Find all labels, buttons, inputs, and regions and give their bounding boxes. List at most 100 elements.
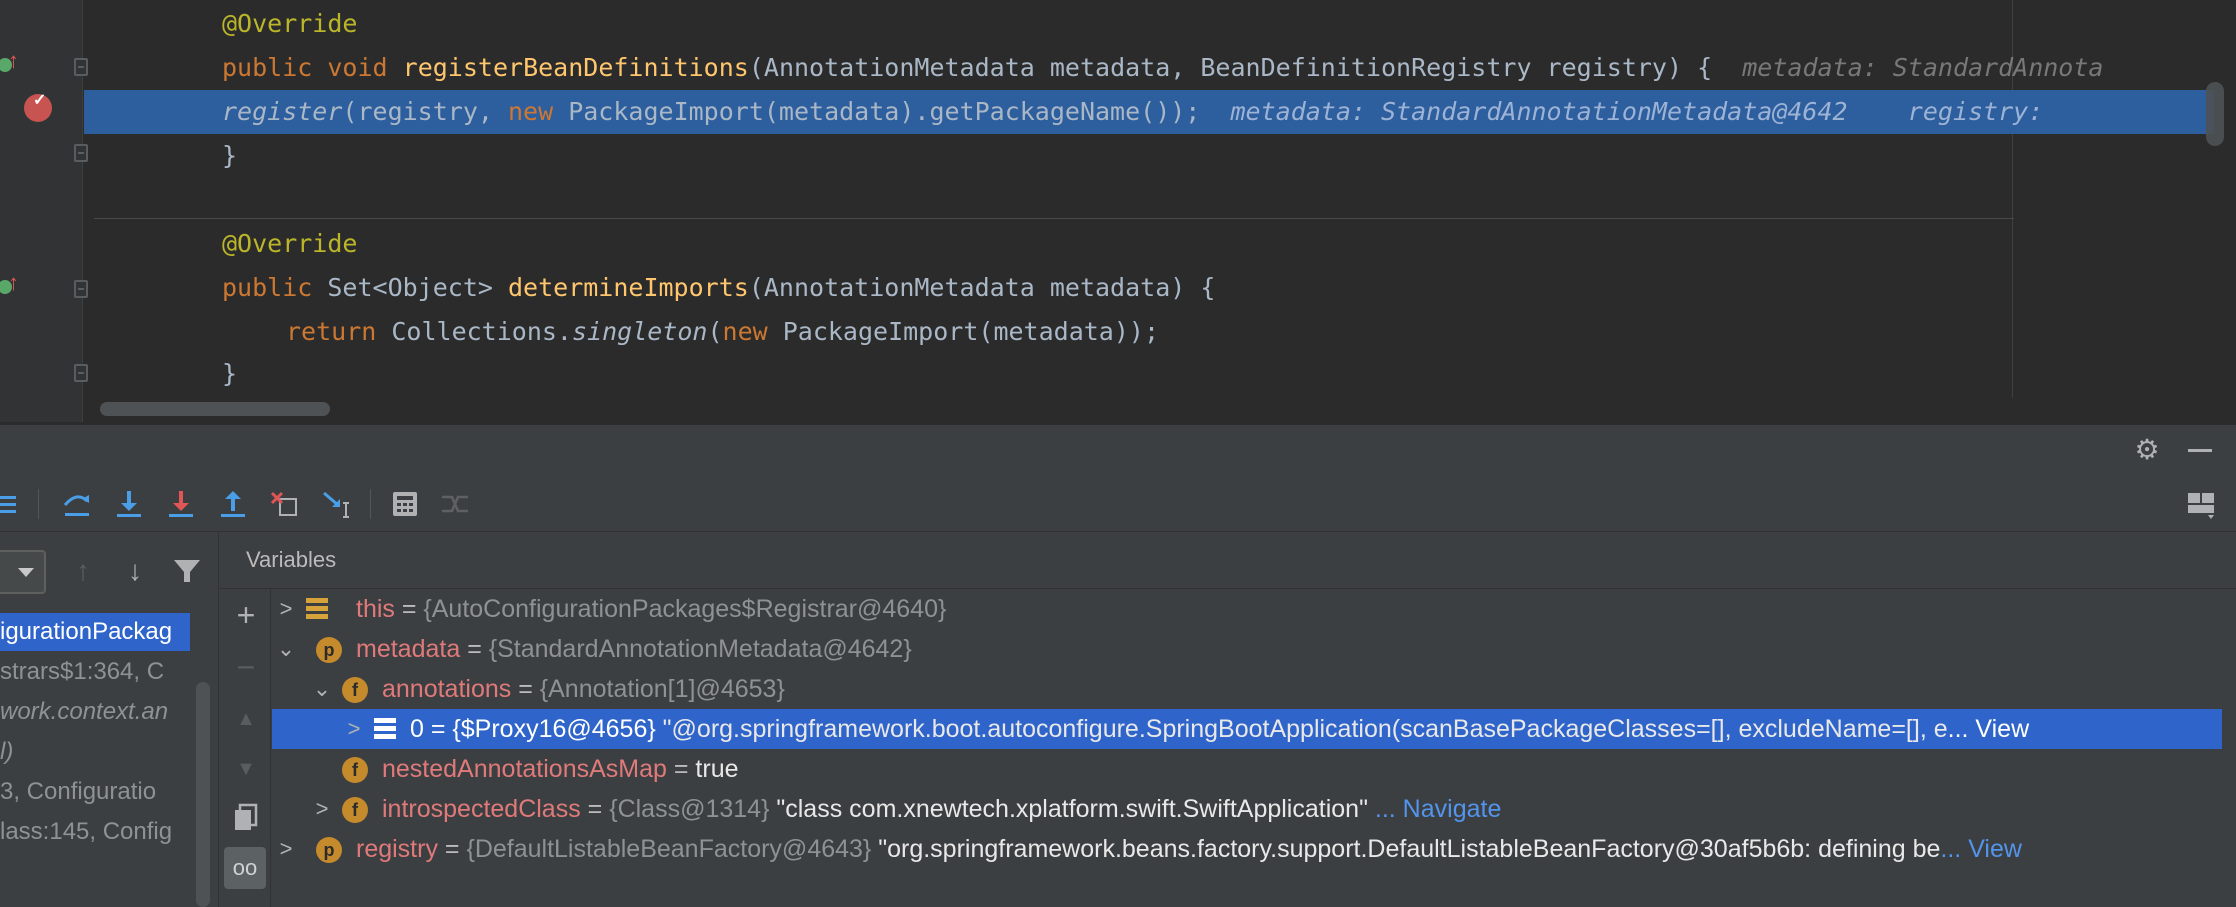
variable-type: {$Proxy16@4656} xyxy=(452,715,656,743)
code-line[interactable]: } xyxy=(0,352,2236,396)
equals-sign: = xyxy=(460,635,489,663)
variable-row[interactable]: ⌄ p metadata = {StandardAnnotationMetada… xyxy=(272,629,2236,669)
method-separator xyxy=(94,218,2014,219)
variable-value: "org.springframework.beans.factory.suppo… xyxy=(871,835,1941,863)
frame-item[interactable]: igurationPackag xyxy=(0,613,190,651)
variables-tree: > this = {AutoConfigurationPackages$Regi… xyxy=(272,589,2236,907)
debug-toolbar xyxy=(0,477,2236,532)
field-icon: f xyxy=(342,677,368,703)
expand-chevron-icon[interactable]: > xyxy=(276,829,296,869)
field-icon: f xyxy=(342,797,368,823)
code-editor[interactable]: ↑ ↑ @Override public void registerBeanDe… xyxy=(0,0,2236,422)
evaluate-expression-icon[interactable] xyxy=(388,487,422,521)
equals-sign: = xyxy=(511,675,540,703)
variable-type: {Class@1314} xyxy=(609,795,770,823)
variable-value: true xyxy=(695,755,739,783)
debug-tool-window: ⚙ ↑ ↓ igurationPackag strars$1:364, C wo… xyxy=(0,424,2236,907)
variables-tab-header: Variables xyxy=(220,532,2236,589)
call-args: PackageImport(metadata).getPackageName()… xyxy=(553,97,1201,126)
move-down-icon[interactable]: ▼ xyxy=(230,753,262,785)
variables-tab-label[interactable]: Variables xyxy=(246,532,336,588)
variable-type: {DefaultListableBeanFactory@4643} xyxy=(466,835,872,863)
move-up-icon[interactable]: ▲ xyxy=(230,703,262,735)
inline-value-hint: metadata: StandardAnnotationMetadata@464… xyxy=(1230,97,2044,126)
step-into-icon[interactable] xyxy=(112,487,146,521)
code-line[interactable]: } xyxy=(0,134,2236,178)
method-call: singleton xyxy=(571,317,708,346)
call-args: ( xyxy=(707,317,723,346)
frames-panel: ↑ ↓ igurationPackag strars$1:364, C work… xyxy=(0,532,219,907)
code-line[interactable]: @Override xyxy=(0,222,2236,266)
variable-type: {AutoConfigurationPackages$Registrar@464… xyxy=(423,595,947,623)
frame-item[interactable]: 3, Configuratio xyxy=(0,773,200,811)
frame-item[interactable]: l) xyxy=(0,733,200,771)
view-link[interactable]: ... View xyxy=(1940,835,2022,863)
object-icon xyxy=(374,718,396,742)
run-to-cursor-icon[interactable] xyxy=(320,487,354,521)
toolbar-separator xyxy=(38,489,39,519)
parameter-icon: p xyxy=(316,837,342,863)
arrow-down-icon[interactable]: ↓ xyxy=(118,554,152,588)
horizontal-scrollbar-thumb[interactable] xyxy=(100,402,330,416)
code-line[interactable]: public void registerBeanDefinitions(Anno… xyxy=(0,46,2236,90)
variable-value: "class com.xnewtech.xplatform.swift.Swif… xyxy=(769,795,1368,823)
frame-item[interactable]: strars$1:364, C xyxy=(0,653,200,691)
equals-sign: = xyxy=(394,595,424,623)
method-name: registerBeanDefinitions xyxy=(402,53,749,82)
return-type: Set<Object> xyxy=(312,273,508,302)
horizontal-scrollbar[interactable] xyxy=(84,398,2214,420)
frames-scrollbar[interactable] xyxy=(196,682,210,907)
remove-watch-icon[interactable]: − xyxy=(230,651,262,683)
show-watches-icon[interactable]: oo xyxy=(224,847,266,889)
execution-point-line[interactable]: register(registry, new PackageImport(met… xyxy=(84,90,2214,134)
variable-row[interactable]: > p registry = {DefaultListableBeanFacto… xyxy=(272,829,2236,869)
expand-chevron-icon[interactable]: > xyxy=(312,789,332,829)
variable-row[interactable]: > this = {AutoConfigurationPackages$Regi… xyxy=(272,589,2236,629)
code-line[interactable]: @Override xyxy=(0,2,2236,46)
code-line[interactable]: public Set<Object> determineImports(Anno… xyxy=(0,266,2236,310)
variable-row[interactable]: f nestedAnnotationsAsMap = true xyxy=(272,749,2236,789)
variable-name: this xyxy=(356,595,395,623)
code-line[interactable]: return Collections.singleton(new Package… xyxy=(0,310,2236,354)
step-over-icon[interactable] xyxy=(60,487,94,521)
minimize-icon[interactable] xyxy=(2188,449,2212,452)
object-icon xyxy=(306,598,328,622)
equals-sign: = xyxy=(580,795,610,823)
variable-name: metadata xyxy=(356,635,461,663)
keyword: public xyxy=(222,273,313,302)
frame-item[interactable]: lass:145, Config xyxy=(0,813,200,851)
keyword: new xyxy=(508,97,554,126)
step-out-icon[interactable] xyxy=(216,487,250,521)
vertical-scrollbar-thumb[interactable] xyxy=(2206,82,2224,146)
variables-side-toolbar: + − ▲ ▼ oo xyxy=(220,589,271,907)
gear-icon[interactable]: ⚙ xyxy=(2132,435,2162,465)
arrow-up-icon[interactable]: ↑ xyxy=(66,554,100,588)
copy-icon[interactable] xyxy=(230,801,262,833)
expand-chevron-icon[interactable]: > xyxy=(344,709,364,749)
view-link[interactable]: ... View xyxy=(1948,715,2030,743)
expand-chevron-icon[interactable]: > xyxy=(276,589,296,629)
variable-name: annotations xyxy=(382,675,512,703)
keyword: return xyxy=(286,317,377,346)
equals-sign: = xyxy=(423,715,453,743)
force-step-into-icon[interactable] xyxy=(164,487,198,521)
trace-stream-icon[interactable] xyxy=(438,487,472,521)
navigate-link[interactable]: ... Navigate xyxy=(1368,795,1501,823)
add-watch-icon[interactable]: + xyxy=(230,599,262,631)
variable-row[interactable]: > f introspectedClass = {Class@1314} "cl… xyxy=(272,789,2236,829)
frame-item[interactable]: work.context.an xyxy=(0,693,200,731)
inline-value-hint: metadata: StandardAnnota xyxy=(1742,53,2104,82)
threads-list-icon[interactable] xyxy=(0,487,26,521)
filter-icon[interactable] xyxy=(170,554,204,588)
class-ref: Collections. xyxy=(376,317,572,346)
variable-row[interactable]: ⌄ f annotations = {Annotation[1]@4653} xyxy=(272,669,2236,709)
collapse-chevron-icon[interactable]: ⌄ xyxy=(312,669,332,709)
collapse-chevron-icon[interactable]: ⌄ xyxy=(276,629,296,669)
method-name: determineImports xyxy=(507,273,749,302)
method-params: (AnnotationMetadata metadata) { xyxy=(748,273,1216,302)
thread-selector[interactable] xyxy=(0,550,46,594)
variable-row-selected[interactable]: > 0 = {$Proxy16@4656} "@org.springframew… xyxy=(272,709,2222,749)
drop-frame-icon[interactable] xyxy=(268,487,302,521)
brace: } xyxy=(222,359,238,388)
layout-icon[interactable] xyxy=(2186,489,2216,519)
